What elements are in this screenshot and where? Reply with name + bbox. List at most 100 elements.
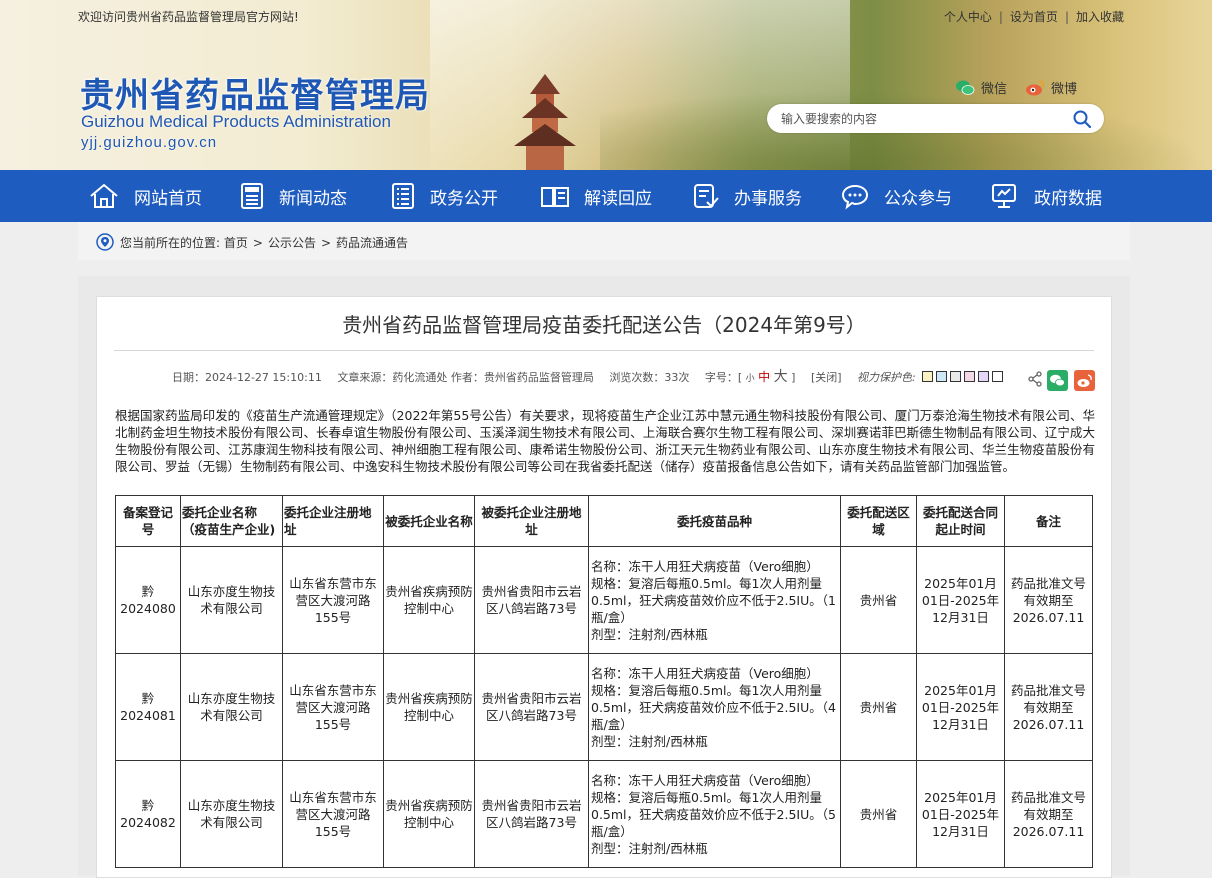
table-row: 黔2024080 山东亦度生物技术有限公司 山东省东营市东营区大渡河路155号 …: [115, 546, 1093, 654]
home-icon: [90, 183, 118, 208]
vaccine-spec: 规格：复溶后每瓶0.5ml。每1次人用剂量0.5ml，狂犬病疫苗效价应不低于2.…: [591, 682, 836, 732]
cell-vaccine: 名称：冻干人用狂犬病疫苗（Vero细胞） 规格：复溶后每瓶0.5ml。每1次人用…: [588, 760, 841, 868]
eye-protect-label: 视力保护色:: [857, 371, 916, 384]
wechat-label: 微信: [981, 82, 1008, 97]
vaccine-spec: 规格：复溶后每瓶0.5ml。每1次人用剂量0.5ml，狂犬病疫苗效价应不低于2.…: [591, 575, 836, 625]
eye-color-swatch[interactable]: [922, 371, 934, 382]
breadcrumb-prefix: 您当前所在的位置:: [120, 236, 221, 250]
nav-label: 政府数据: [1034, 188, 1102, 209]
eye-color-swatch[interactable]: [978, 371, 990, 382]
site-header: 欢迎访问贵州省药品监督管理局官方网站! 个人中心 | 设为首页 | 加入收藏 贵州省药品…: [0, 0, 1212, 170]
set-homepage-link[interactable]: 设为首页: [1010, 10, 1058, 24]
eye-color-swatch[interactable]: [992, 371, 1004, 382]
meta-views: 浏览次数：33次: [609, 371, 690, 384]
main-nav: 网站首页 新闻动态 政务公开 解读回应 办事服务 公众参与 政府数据: [0, 170, 1212, 222]
nav-item-services[interactable]: 办事服务: [692, 170, 802, 222]
nav-item-interpretation[interactable]: 解读回应: [540, 170, 652, 222]
cell-vaccine: 名称：冻干人用狂犬病疫苗（Vero细胞） 规格：复溶后每瓶0.5ml。每1次人用…: [588, 546, 841, 654]
wechat-share-icon[interactable]: [1047, 370, 1068, 391]
vaccine-form: 剂型：注射剂/西林瓶: [591, 733, 708, 749]
vaccine-form: 剂型：注射剂/西林瓶: [591, 840, 708, 856]
location-icon: [96, 233, 114, 251]
breadcrumb-item-home[interactable]: 首页: [224, 236, 248, 250]
pavilion-illustration: [514, 74, 576, 170]
wechat-icon: [956, 80, 975, 95]
logo-title-cn[interactable]: 贵州省药品监督管理局: [80, 68, 430, 117]
share-icon[interactable]: [1027, 371, 1043, 387]
nav-item-gov-data[interactable]: 政府数据: [990, 170, 1102, 222]
article-title: 贵州省药品监督管理局疫苗委托配送公告（2024年第9号）: [342, 313, 866, 337]
search-box: [767, 104, 1104, 133]
cell-company: 山东亦度生物技术有限公司: [180, 653, 283, 761]
nav-label: 办事服务: [734, 188, 802, 209]
cell-region: 贵州省: [840, 653, 917, 761]
data-screen-icon: [992, 184, 1016, 208]
vaccine-name: 名称：冻干人用狂犬病疫苗（Vero细胞）: [591, 665, 819, 681]
personal-center-link[interactable]: 个人中心: [944, 10, 992, 24]
nav-label: 公众参与: [884, 188, 952, 209]
vaccine-spec: 规格：复溶后每瓶0.5ml。每1次人用剂量0.5ml，狂犬病疫苗效价应不低于2.…: [591, 789, 836, 839]
cell-region: 贵州省: [840, 760, 917, 868]
separator: |: [998, 10, 1003, 24]
service-icon: [694, 184, 719, 208]
close-button[interactable]: [关闭]: [811, 371, 842, 384]
cell-remark: 药品批准文号有效期至2026.07.11: [1004, 546, 1093, 654]
cell-remark: 药品批准文号有效期至2026.07.11: [1004, 760, 1093, 868]
article-meta: 日期：2024-12-27 15:10:11 文章来源：药化流通处 作者：贵州省…: [172, 366, 1004, 386]
nav-item-home[interactable]: 网站首页: [88, 170, 202, 222]
cell-company: 山东亦度生物技术有限公司: [180, 760, 283, 868]
cell-agent-address: 贵州省贵阳市云岩区八鸽岩路73号: [474, 653, 589, 761]
font-large-button[interactable]: 大: [774, 369, 788, 385]
breadcrumb-text: 您当前所在的位置: 首页 > 公示公告 > 药品流通通告: [120, 234, 408, 251]
col-header-company: 委托企业名称（疫苗生产企业): [180, 495, 283, 547]
cell-agent-address: 贵州省贵阳市云岩区八鸽岩路73号: [474, 546, 589, 654]
font-small-button[interactable]: 小: [746, 374, 755, 384]
separator: |: [1064, 10, 1069, 24]
col-header-agent: 被委托企业名称: [383, 495, 475, 547]
breadcrumb-item-notices[interactable]: 公示公告: [268, 236, 316, 250]
eye-color-swatch[interactable]: [950, 371, 962, 382]
font-size-label: 字号：[: [704, 371, 743, 384]
article-intro: 根据国家药监局印发的《疫苗生产流通管理规定》（2022年第55号公告）有关要求，…: [115, 408, 1095, 474]
search-icon[interactable]: [1072, 109, 1092, 129]
eye-color-swatch[interactable]: [964, 371, 976, 382]
wechat-link[interactable]: 微信: [955, 78, 1007, 97]
eye-color-swatch[interactable]: [936, 371, 948, 382]
cell-remark: 药品批准文号有效期至2026.07.11: [1004, 653, 1093, 761]
vaccine-name: 名称：冻干人用狂犬病疫苗（Vero细胞）: [591, 772, 819, 788]
col-header-remark: 备注: [1004, 495, 1093, 547]
nav-label: 政务公开: [430, 188, 498, 209]
nav-item-news[interactable]: 新闻动态: [239, 170, 347, 222]
weibo-link[interactable]: 微博: [1025, 78, 1077, 97]
meta-author: 作者：贵州省药品监督管理局: [450, 371, 594, 384]
cell-period: 2025年01月01日-2025年12月31日: [916, 546, 1005, 654]
nav-item-gov-affairs[interactable]: 政务公开: [390, 170, 498, 222]
vaccine-name: 名称：冻干人用狂犬病疫苗（Vero细胞）: [591, 558, 819, 574]
title-divider: [114, 350, 1094, 351]
weibo-share-icon[interactable]: [1074, 370, 1095, 391]
cell-agent: 贵州省疾病预防控制中心: [383, 760, 475, 868]
cell-company-address: 山东省东营市东营区大渡河路155号: [282, 760, 384, 868]
nav-item-participation[interactable]: 公众参与: [840, 170, 952, 222]
font-medium-button[interactable]: 中: [758, 370, 770, 384]
news-icon: [241, 183, 263, 209]
add-favorite-link[interactable]: 加入收藏: [1076, 10, 1124, 24]
vaccine-table: 备案登记号 委托企业名称（疫苗生产企业) 委托企业注册地址 被委托企业名称 被委…: [115, 495, 1093, 868]
weibo-label: 微博: [1051, 82, 1078, 97]
welcome-text: 欢迎访问贵州省药品监督管理局官方网站!: [78, 10, 299, 24]
col-header-agent-address: 被委托企业注册地址: [474, 495, 589, 547]
col-header-period: 委托配送合同起止时间: [916, 495, 1005, 547]
col-header-reg-no: 备案登记号: [115, 495, 181, 547]
nav-label: 解读回应: [584, 188, 652, 209]
cell-reg-no: 黔2024082: [115, 760, 181, 868]
cell-agent: 贵州省疾病预防控制中心: [383, 653, 475, 761]
col-header-region: 委托配送区域: [840, 495, 917, 547]
col-header-company-address: 委托企业注册地址: [282, 495, 384, 547]
cell-reg-no: 黔2024081: [115, 653, 181, 761]
cell-period: 2025年01月01日-2025年12月31日: [916, 760, 1005, 868]
search-input[interactable]: [779, 109, 1063, 129]
cell-company-address: 山东省东营市东营区大渡河路155号: [282, 546, 384, 654]
article: 贵州省药品监督管理局疫苗委托配送公告（2024年第9号） 日期：2024-12-…: [96, 296, 1112, 878]
breadcrumb-item-drug-circulation[interactable]: 药品流通通告: [336, 236, 408, 250]
chat-icon: [841, 184, 869, 210]
